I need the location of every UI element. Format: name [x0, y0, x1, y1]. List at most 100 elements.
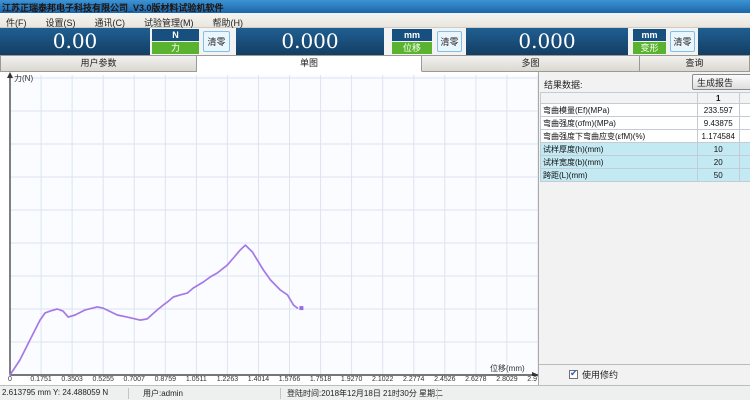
force-channel-label: 力	[152, 42, 199, 54]
result-value-cell[interactable]: 10	[697, 143, 739, 156]
result-value-cell: 0	[739, 130, 750, 143]
table-row: 弯曲模量(Ef)(MPa)233.5970.000	[541, 104, 750, 117]
x-tick-label: 1.4014	[248, 376, 269, 383]
x-tick-label: 2.6278	[465, 376, 486, 383]
x-tick-label: 0.3503	[61, 376, 82, 383]
window-title: 江苏正瑞泰邦电子科技有限公司_V3.0版材料试验机软件	[2, 1, 224, 13]
x-tick-label: 2.2774	[403, 376, 424, 383]
result-value-cell: 9.43875	[697, 117, 739, 130]
results-col-header	[541, 93, 698, 104]
result-value-cell[interactable]: 20	[697, 156, 739, 169]
results-table: 12 弯曲模量(Ef)(MPa)233.5970.000弯曲强度(σfm)(MP…	[540, 92, 750, 182]
force-unit-label: N	[152, 29, 199, 41]
force-unit-stack: N 力	[152, 29, 199, 54]
result-value-cell: 0	[739, 117, 750, 130]
x-tick-label: 1.9270	[341, 376, 362, 383]
status-divider	[280, 388, 281, 399]
force-displacement-plot	[0, 72, 540, 376]
table-row: 试样厚度(h)(mm)10	[541, 143, 750, 156]
deformation-unit-label: mm	[633, 29, 666, 41]
force-value-display: 0.00	[0, 28, 150, 55]
menu-item[interactable]: 件(F)	[0, 15, 33, 29]
x-axis-ticks: 0 0.1751 0.3503 0.5255 0.7007 0.8759 1.0511 1.2…	[0, 376, 560, 385]
result-label-cell: 弯曲模量(Ef)(MPa)	[541, 104, 698, 117]
menu-item[interactable]: 帮助(H)	[207, 15, 250, 29]
x-tick-label: 0.1751	[30, 376, 51, 383]
results-col-header: 2	[739, 93, 750, 104]
result-label-cell: 弯曲强度(σfm)(MPa)	[541, 117, 698, 130]
x-tick-label: 0	[8, 376, 12, 383]
generate-report-button[interactable]: 生成报告	[692, 74, 750, 90]
results-table-header: 12	[541, 93, 750, 104]
displacement-clear-button[interactable]: 清零	[437, 31, 462, 52]
readout-row: 0.00 N 力 清零 0.000 mm 位移 清零 0.000 mm 变形 清…	[0, 28, 750, 56]
panel-divider	[539, 364, 750, 365]
displacement-channel-label: 位移	[392, 42, 432, 54]
tab-用户参数[interactable]: 用户参数	[0, 55, 197, 72]
deformation-value-display: 0.000	[466, 28, 628, 55]
result-label-cell: 弯曲强度下弯曲应变(εfM)(%)	[541, 130, 698, 143]
x-tick-label: 2.4526	[434, 376, 455, 383]
app-window: 江苏正瑞泰邦电子科技有限公司_V3.0版材料试验机软件 件(F) 设置(S) 通讯(…	[0, 0, 750, 400]
table-row: 跨距(L)(mm)50	[541, 169, 750, 182]
menu-item[interactable]: 通讯(C)	[89, 15, 132, 29]
result-label-cell: 试样厚度(h)(mm)	[541, 143, 698, 156]
x-tick-label: 0.5255	[92, 376, 113, 383]
results-table-body: 弯曲模量(Ef)(MPa)233.5970.000弯曲强度(σfm)(MPa)9…	[541, 104, 750, 182]
plot-background	[10, 75, 538, 375]
result-label-cell: 试样宽度(b)(mm)	[541, 156, 698, 169]
result-value-cell: 1.174584	[697, 130, 739, 143]
checkbox-checked-icon: ✔	[569, 370, 578, 379]
table-row: 弯曲强度(σfm)(MPa)9.438750	[541, 117, 750, 130]
results-panel: 结果数据: 生成报告 12 弯曲模量(Ef)(MPa)233.5970.000弯…	[538, 72, 750, 385]
x-tick-label: 0.7007	[124, 376, 145, 383]
status-login-time: 登陆时间:2018年12月18日 21时30分 星期二	[287, 388, 443, 399]
menu-item[interactable]: 设置(S)	[40, 15, 82, 29]
displacement-unit-stack: mm 位移	[392, 29, 432, 54]
tab-单图[interactable]: 单图	[197, 55, 422, 72]
results-col-header: 1	[697, 93, 739, 104]
tab-bar: 用户参数单图多图查询	[0, 55, 750, 72]
tab-多图[interactable]: 多图	[422, 55, 640, 72]
result-value-cell: 0.000	[739, 104, 750, 117]
cursor-position-readout: 2.613795 mm Y: 24.488059 N	[2, 388, 108, 397]
result-value-cell[interactable]: 50	[697, 169, 739, 182]
results-panel-title: 结果数据:	[544, 78, 583, 91]
result-label-cell: 跨距(L)(mm)	[541, 169, 698, 182]
readout-filler-panel	[698, 28, 750, 55]
check-mark-icon: ✔	[570, 368, 578, 379]
status-user: 用户:admin	[143, 388, 183, 399]
result-value-cell[interactable]	[739, 143, 750, 156]
result-value-cell: 233.597	[697, 104, 739, 117]
title-bar: 江苏正瑞泰邦电子科技有限公司_V3.0版材料试验机软件	[0, 0, 750, 13]
deformation-channel-label: 变形	[633, 42, 666, 54]
x-axis-label: 位移(mm)	[490, 363, 525, 374]
status-bar: 2.613795 mm Y: 24.488059 N 用户:admin 登陆时间…	[0, 385, 750, 400]
x-tick-label: 0.8759	[155, 376, 176, 383]
x-tick-label: 1.7518	[310, 376, 331, 383]
displacement-value-display: 0.000	[236, 28, 384, 55]
x-tick-label: 1.5766	[279, 376, 300, 383]
x-tick-label: 2.8029	[496, 376, 517, 383]
displacement-unit-label: mm	[392, 29, 432, 41]
status-divider	[128, 388, 129, 399]
chart-area: 力(N) 位移(mm) 0 0.1751 0.3503 0.5255 0.7007 0.8…	[0, 72, 540, 385]
status-divider	[437, 388, 438, 399]
force-clear-button[interactable]: 清零	[203, 31, 230, 52]
curve-end-marker	[299, 306, 303, 310]
rounding-checkbox-label: 使用修约	[582, 368, 618, 381]
deformation-unit-stack: mm 变形	[633, 29, 666, 54]
result-value-cell[interactable]	[739, 156, 750, 169]
table-row: 试样宽度(b)(mm)20	[541, 156, 750, 169]
menu-bar: 件(F) 设置(S) 通讯(C) 试验管理(M) 帮助(H)	[0, 13, 750, 28]
y-axis-label: 力(N)	[14, 73, 33, 84]
deformation-clear-button[interactable]: 清零	[670, 31, 695, 52]
x-tick-label: 1.0511	[186, 376, 207, 383]
x-tick-label: 2.1022	[372, 376, 393, 383]
table-row: 弯曲强度下弯曲应变(εfM)(%)1.1745840	[541, 130, 750, 143]
x-tick-label: 1.2263	[217, 376, 238, 383]
result-value-cell[interactable]	[739, 169, 750, 182]
tab-查询[interactable]: 查询	[640, 55, 750, 72]
rounding-checkbox[interactable]: ✔ 使用修约	[569, 368, 618, 381]
menu-item[interactable]: 试验管理(M)	[138, 15, 200, 29]
